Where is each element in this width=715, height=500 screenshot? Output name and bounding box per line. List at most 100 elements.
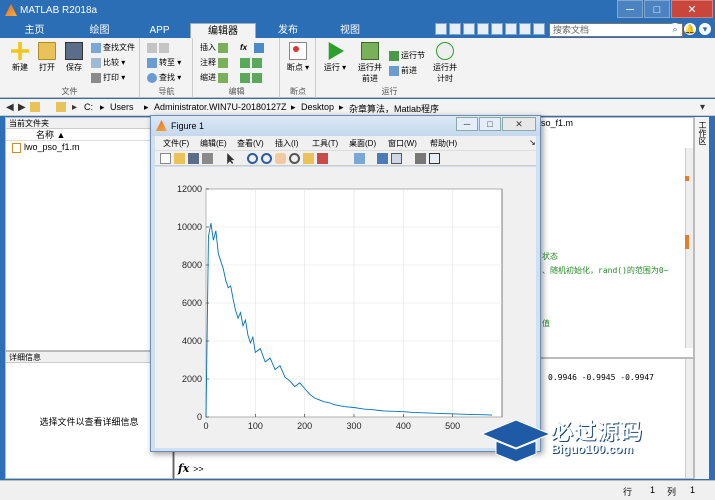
menu-view[interactable]: 查看(V) [237,138,264,149]
insert-button[interactable]: 插入 [200,42,230,54]
edit-tool-1-button[interactable] [254,42,266,54]
find-files-button[interactable]: 查找文件 [91,42,135,54]
tab-home[interactable]: 主页 [2,23,67,38]
menu-tools[interactable]: 工具(T) [312,138,338,149]
ribbon-group-edit: 插入 注释 缩进 fx 编辑 [194,38,280,98]
qat-copy-icon[interactable] [463,23,475,35]
name-column-header[interactable]: 名称 ▲ [6,129,172,141]
menu-desktop[interactable]: 桌面(D) [349,138,376,149]
save-figure-icon[interactable] [188,153,199,164]
menu-help[interactable]: 帮助(H) [430,138,457,149]
address-dropdown-icon[interactable]: ▾ [700,102,705,113]
menu-window[interactable]: 窗口(W) [388,138,417,149]
line-chart[interactable]: 0 100 200 300 400 500 0 2000 4000 6000 8000 10000 12… [155,167,536,448]
run-and-time-button[interactable]: 运行并 计时 [429,42,461,84]
brush-icon[interactable] [317,153,328,164]
figure-close-button[interactable]: ✕ [502,117,536,131]
maximize-button[interactable]: □ [644,0,670,18]
qat-cut-icon[interactable] [449,23,461,35]
tab-apps[interactable]: APP [132,23,187,38]
current-folder-panel: 当前文件夹 ⊙ 名称 ▲ lwo_pso_f1.m [5,117,173,351]
file-item[interactable]: lwo_pso_f1.m [6,141,172,154]
figure-maximize-button[interactable]: □ [479,117,501,131]
search-icon[interactable]: ⌕ [669,23,681,35]
run-advance-button[interactable]: 运行并 前进 [355,42,385,84]
edit-tool-2-button[interactable] [240,57,264,69]
qat-redo-icon[interactable] [505,23,517,35]
x-tick-label: 300 [346,421,361,431]
browse-folder-icon[interactable] [56,102,66,112]
run-button[interactable]: 运行 ▾ [321,42,349,73]
advance-icon [389,65,399,76]
workspace-collapsed[interactable]: 工作区 [694,117,709,479]
figure-menubar: 文件(F) 编辑(E) 查看(V) 插入(I) 工具(T) 桌面(D) 窗口(W… [155,136,536,150]
rotate-3d-icon[interactable] [289,153,300,164]
comment-button[interactable]: 注释 [200,57,230,69]
command-scrollbar[interactable] [685,359,693,478]
save-button[interactable]: 保存 [60,42,88,73]
mfile-icon [12,143,21,153]
legend-icon[interactable] [391,153,402,164]
qat-help-icon[interactable] [533,23,545,35]
link-plot-icon[interactable] [354,153,365,164]
tab-editor[interactable]: 编辑器 [190,23,256,38]
zoom-in-icon[interactable] [247,153,258,164]
goto-button[interactable]: 转至 ▾ [147,57,181,69]
x-tick-label: 0 [203,421,208,431]
qat-paste-icon[interactable] [477,23,489,35]
new-button[interactable]: 新建 [6,42,34,73]
notification-icon[interactable]: 🔔 [684,23,696,35]
zoom-out-icon[interactable] [261,153,272,164]
qat-switch-icon[interactable] [519,23,531,35]
print-button[interactable]: 打印 ▾ [91,72,125,84]
print-figure-icon[interactable] [202,153,213,164]
compare-button[interactable]: 比较 ▾ [91,57,125,69]
command-prompt[interactable]: fx >> [178,462,204,475]
up-folder-icon[interactable] [30,102,40,112]
window-title: MATLAB R2018a [20,5,98,16]
back-arrow-icon[interactable]: ◀ [6,102,14,113]
search-docs-input[interactable]: 搜索文档 [549,23,683,37]
qat-save-icon[interactable] [435,23,447,35]
breadcrumb-desktop[interactable]: Desktop [301,102,334,112]
tab-plots[interactable]: 绘图 [67,23,132,38]
open-button[interactable]: 打开 [33,42,61,73]
minimize-button[interactable]: ─ [617,0,643,18]
workspace-title: 工作区 [698,121,707,145]
run-section-button[interactable]: 运行节 [389,50,425,62]
advance-button[interactable]: 前进 [389,65,417,77]
breadcrumb-folder[interactable]: 杂章算法，Matlab程序 [349,102,439,115]
menu-insert[interactable]: 插入(I) [275,138,299,149]
colorbar-icon[interactable] [377,153,388,164]
nav-back-button[interactable] [147,42,171,54]
breadcrumb-admin[interactable]: Administrator.WIN7U-20180127Z [154,102,287,112]
figure-minimize-button[interactable]: ─ [456,117,478,131]
open-file-icon[interactable] [174,153,185,164]
editor-tab[interactable]: pso_f1.m [536,118,573,128]
tab-publish[interactable]: 发布 [258,23,318,38]
edit-tool-4-button[interactable] [240,72,264,84]
details-header: 详细信息 ⌃ [6,352,172,363]
pointer-icon[interactable] [227,153,235,164]
close-button[interactable]: ✕ [671,0,713,18]
menu-dock-icon[interactable]: ↘ [529,138,536,147]
menu-edit[interactable]: 编辑(E) [200,138,227,149]
breakpoints-button[interactable]: 断点 ▾ [284,42,312,73]
tab-view[interactable]: 视图 [320,23,380,38]
figure-titlebar[interactable]: Figure 1 ─ □ ✕ [151,116,540,136]
data-cursor-icon[interactable] [303,153,314,164]
breadcrumb-drive[interactable]: C: [84,102,93,112]
hide-plot-tools-icon[interactable] [415,153,426,164]
minimize-ribbon-icon[interactable]: ▾ [699,23,711,35]
new-figure-icon[interactable] [160,153,171,164]
menu-file[interactable]: 文件(F) [163,138,189,149]
breadcrumb-users[interactable]: Users [110,102,134,112]
qat-undo-icon[interactable] [491,23,503,35]
pan-hand-icon[interactable] [275,153,286,164]
indent-button[interactable]: 缩进 [200,72,230,84]
show-plot-tools-icon[interactable] [429,153,440,164]
insert-function-button[interactable]: fx [240,42,247,54]
forward-arrow-icon[interactable]: ▶ [18,102,26,113]
find-button[interactable]: 查找 ▾ [147,72,181,84]
details-panel: 详细信息 ⌃ 选择文件以查看详细信息 [5,351,173,479]
